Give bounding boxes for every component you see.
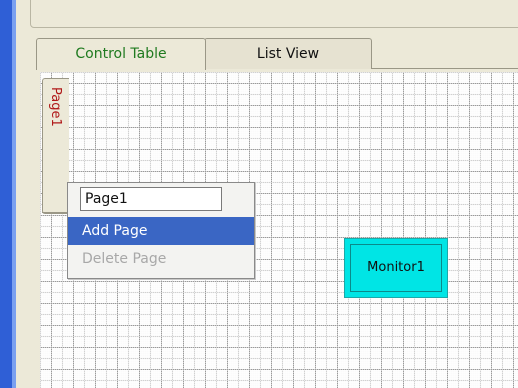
- page-tab-label: Page1: [48, 87, 63, 127]
- monitor-control[interactable]: Monitor1: [344, 238, 448, 298]
- monitor-control-label: Monitor1: [350, 244, 442, 292]
- menu-item-add-page[interactable]: Add Page: [68, 217, 254, 245]
- tab-list-view[interactable]: List View: [204, 38, 372, 69]
- page-tab-page1[interactable]: Page1: [42, 78, 69, 214]
- page-name-input[interactable]: [80, 187, 222, 211]
- tab-control-table[interactable]: Control Table: [36, 38, 206, 70]
- page-context-menu: Add Page Delete Page: [67, 182, 255, 279]
- window-left-edge-highlight: [12, 0, 16, 388]
- menu-item-delete-page[interactable]: Delete Page: [68, 245, 254, 273]
- top-panel: [30, 0, 518, 28]
